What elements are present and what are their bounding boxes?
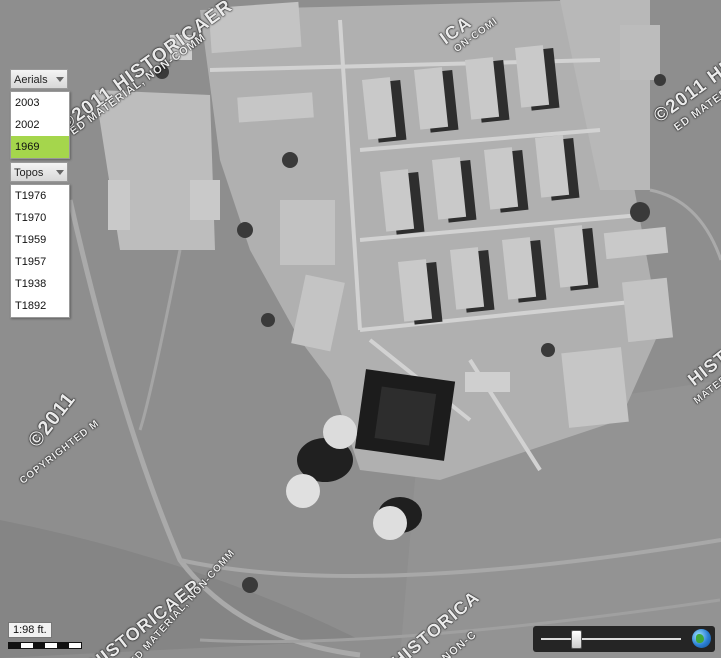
topos-dropdown-header[interactable]: Topos xyxy=(10,162,68,182)
chevron-down-icon xyxy=(56,77,64,82)
map-scale-label: 1:98 ft. xyxy=(8,622,52,638)
map-scale-bar xyxy=(8,642,82,649)
aerials-dropdown-header[interactable]: Aerials xyxy=(10,69,68,89)
aerials-header-label: Aerials xyxy=(14,74,48,86)
topo-t1959[interactable]: T1959 xyxy=(11,229,69,251)
topo-t1938[interactable]: T1938 xyxy=(11,273,69,295)
topo-t1892[interactable]: T1892 xyxy=(11,295,69,317)
zoom-slider-thumb[interactable] xyxy=(570,630,582,649)
aerials-list: 2003 2002 1969 xyxy=(10,91,70,159)
topo-t1976[interactable]: T1976 xyxy=(11,185,69,207)
topos-list: T1976 T1970 T1959 T1957 T1938 T1892 xyxy=(10,184,70,318)
aerial-map[interactable]: ©2011 HISTORICAER ED MATERIAL, NON-COMM … xyxy=(0,0,721,658)
topo-t1970[interactable]: T1970 xyxy=(11,207,69,229)
chevron-down-icon xyxy=(56,170,64,175)
topos-header-label: Topos xyxy=(14,167,44,179)
globe-icon[interactable] xyxy=(692,629,711,648)
aerial-year-1969[interactable]: 1969 xyxy=(11,136,69,158)
zoom-slider-track[interactable] xyxy=(541,638,681,640)
aerial-year-2002[interactable]: 2002 xyxy=(11,114,69,136)
topo-t1957[interactable]: T1957 xyxy=(11,251,69,273)
zoom-control xyxy=(533,626,715,652)
aerial-year-2003[interactable]: 2003 xyxy=(11,92,69,114)
